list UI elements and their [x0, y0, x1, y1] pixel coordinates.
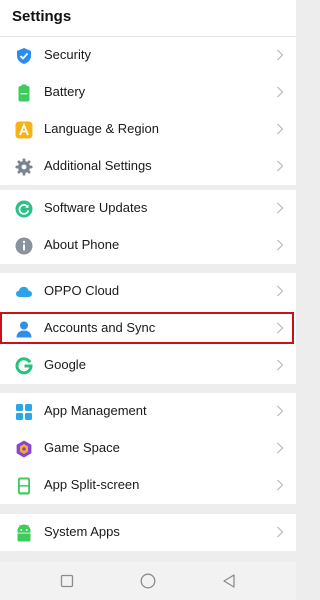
- language-icon: [15, 121, 33, 139]
- settings-item-label: Accounts and Sync: [44, 320, 156, 335]
- settings-item-accounts-and-sync[interactable]: Accounts and Sync: [0, 310, 296, 347]
- chevron-right-icon: [276, 478, 284, 492]
- home-circle-icon[interactable]: [139, 572, 157, 590]
- gear-icon: [15, 158, 33, 176]
- settings-item-google[interactable]: Google: [0, 347, 296, 384]
- settings-group-device: Security Battery Language & Region Addit…: [0, 37, 296, 185]
- settings-item-label: OPPO Cloud: [44, 283, 120, 298]
- settings-item-label: Google: [44, 357, 86, 372]
- update-icon: [15, 200, 33, 218]
- settings-item-label: Security: [44, 47, 91, 62]
- settings-item-about-phone[interactable]: About Phone: [0, 227, 296, 264]
- settings-item-software-updates[interactable]: Software Updates: [0, 190, 296, 227]
- settings-item-label: Language & Region: [44, 121, 159, 136]
- chevron-right-icon: [276, 358, 284, 372]
- settings-item-security[interactable]: Security: [0, 37, 296, 74]
- chevron-right-icon: [276, 404, 284, 418]
- person-icon: [15, 320, 33, 338]
- page-title: Settings: [12, 8, 72, 25]
- settings-item-label: Software Updates: [44, 200, 148, 215]
- recents-square-icon[interactable]: [58, 572, 76, 590]
- settings-item-label: App Split-screen: [44, 477, 140, 492]
- settings-item-oppo-cloud[interactable]: OPPO Cloud: [0, 273, 296, 310]
- back-triangle-icon[interactable]: [220, 572, 238, 590]
- info-icon: [15, 237, 33, 255]
- settings-group-system-apps: System Apps: [0, 514, 296, 551]
- settings-item-game-space[interactable]: Game Space: [0, 430, 296, 467]
- split-screen-icon: [15, 477, 33, 495]
- settings-item-label: App Management: [44, 403, 147, 418]
- battery-icon: [15, 84, 33, 102]
- settings-item-battery[interactable]: Battery: [0, 74, 296, 111]
- chevron-right-icon: [276, 441, 284, 455]
- game-space-icon: [15, 440, 33, 458]
- settings-item-label: Game Space: [44, 440, 120, 455]
- chevron-right-icon: [276, 159, 284, 173]
- chevron-right-icon: [276, 525, 284, 539]
- chevron-right-icon: [276, 238, 284, 252]
- chevron-right-icon: [276, 201, 284, 215]
- settings-item-label: Additional Settings: [44, 158, 152, 173]
- chevron-right-icon: [276, 85, 284, 99]
- settings-item-additional-settings[interactable]: Additional Settings: [0, 148, 296, 185]
- cloud-icon: [15, 283, 33, 301]
- settings-item-app-management[interactable]: App Management: [0, 393, 296, 430]
- header-bar: Settings: [0, 0, 296, 37]
- settings-item-app-split-screen[interactable]: App Split-screen: [0, 467, 296, 504]
- chevron-right-icon: [276, 48, 284, 62]
- settings-group-apps: App Management Game Space App Split-scre…: [0, 393, 296, 504]
- chevron-right-icon: [276, 284, 284, 298]
- settings-group-accounts: OPPO Cloud Accounts and Sync Google: [0, 273, 296, 384]
- chevron-right-icon: [276, 122, 284, 136]
- google-g-icon: [15, 357, 33, 375]
- navigation-bar: [0, 562, 296, 600]
- settings-item-label: About Phone: [44, 237, 120, 252]
- settings-screen: Settings Security Battery Language & Reg…: [0, 0, 296, 600]
- settings-item-language-region[interactable]: Language & Region: [0, 111, 296, 148]
- settings-item-label: System Apps: [44, 524, 120, 539]
- settings-group-system: Software Updates About Phone: [0, 190, 296, 264]
- chevron-right-icon: [276, 321, 284, 335]
- apps-grid-icon: [15, 403, 33, 421]
- android-icon: [15, 524, 33, 542]
- shield-icon: [15, 47, 33, 65]
- settings-item-label: Battery: [44, 84, 86, 99]
- settings-item-system-apps[interactable]: System Apps: [0, 514, 296, 551]
